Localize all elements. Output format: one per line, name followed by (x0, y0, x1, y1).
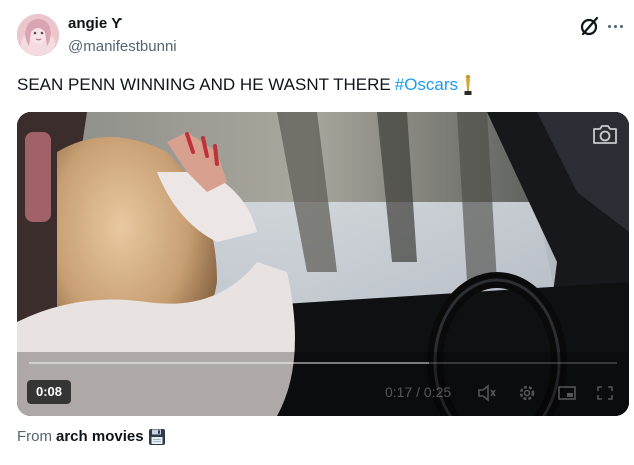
tweet-card: angie Ƴ @manifestbunni SEAN PENN WINNING… (0, 0, 634, 465)
display-name[interactable]: angie Ƴ (68, 14, 177, 34)
user-name-block: angie Ƴ @manifestbunni (68, 14, 177, 57)
pip-icon[interactable] (557, 384, 577, 402)
trophy-icon (464, 74, 472, 95)
floppy-disk-icon (148, 429, 165, 445)
fullscreen-icon[interactable] (595, 384, 615, 402)
camera-icon (593, 125, 617, 144)
tweet-text: SEAN PENN WINNING AND HE WASNT THERE #Os… (17, 73, 474, 97)
source-name-link[interactable]: arch movies (56, 427, 144, 447)
mute-icon[interactable] (477, 384, 497, 402)
video-elapsed-badge: 0:08 (27, 380, 72, 404)
video-source-attribution: From arch movies (17, 427, 166, 447)
avatar[interactable] (17, 14, 59, 56)
source-prefix: From (17, 428, 52, 445)
video-player[interactable]: 0:17 / 0:25 0:08 (17, 112, 629, 416)
user-handle[interactable]: @manifestbunni (68, 37, 177, 57)
video-time-readout: 0:17 / 0:25 (385, 384, 452, 400)
more-options-icon[interactable] (608, 22, 624, 30)
grok-icon[interactable] (578, 14, 602, 38)
avatar-image (17, 14, 59, 56)
display-name-glyph: Ƴ (111, 15, 123, 32)
video-progress-bar[interactable] (29, 362, 617, 364)
video-frame (17, 112, 629, 416)
display-name-text: angie (68, 15, 108, 32)
video-progress-fill (29, 362, 429, 364)
hashtag-link[interactable]: #Oscars (395, 73, 458, 97)
settings-gear-icon[interactable] (517, 384, 537, 402)
tweet-text-main: SEAN PENN WINNING AND HE WASNT THERE (17, 75, 391, 94)
